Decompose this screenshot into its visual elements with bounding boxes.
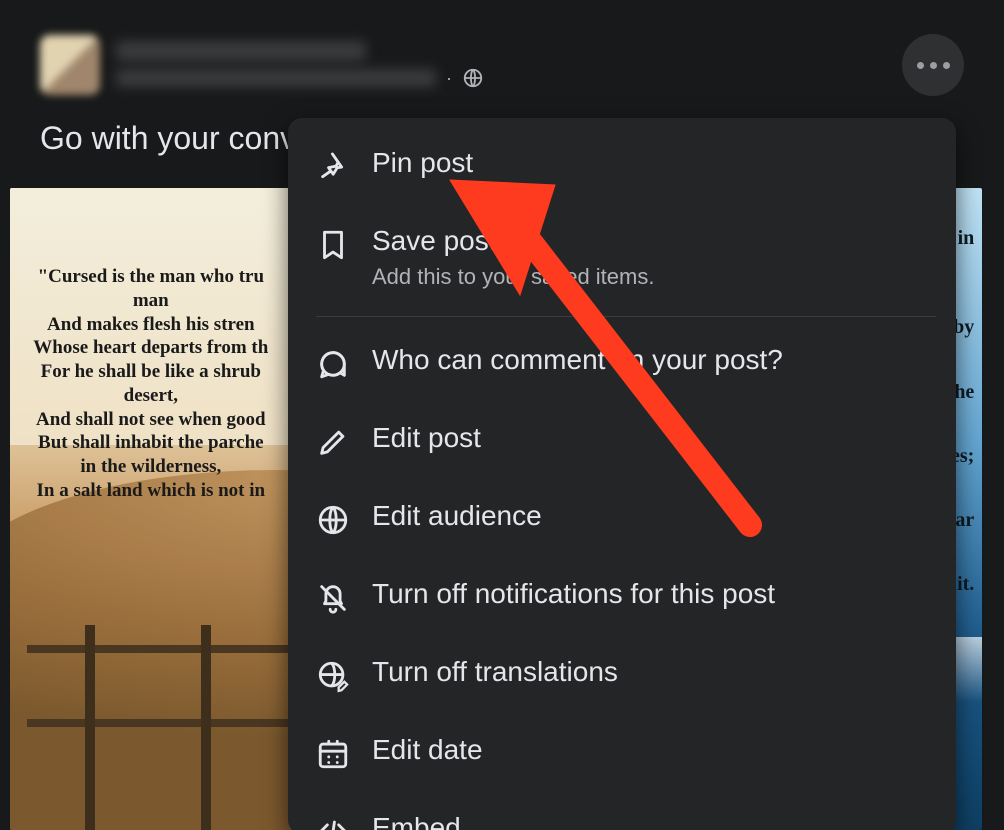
menu-item-label: Turn off notifications for this post: [372, 577, 775, 611]
pin-icon: [316, 150, 350, 184]
menu-item-label: Embed: [372, 811, 461, 830]
right-image-text-frag: in: [958, 227, 975, 250]
globe-icon: [316, 503, 350, 537]
author-avatar[interactable]: [40, 35, 100, 95]
post-actions-menu: Pin post Save post Add this to your save…: [288, 118, 956, 830]
menu-edit-audience[interactable]: Edit audience: [288, 479, 956, 557]
post-actions-button[interactable]: [902, 34, 964, 96]
menu-item-sublabel: Add this to your saved items.: [372, 264, 654, 290]
menu-item-label: Pin post: [372, 146, 473, 180]
menu-pin-post[interactable]: Pin post: [288, 126, 956, 204]
post-text: Go with your conv: [40, 120, 296, 157]
menu-item-label: Edit audience: [372, 499, 542, 533]
menu-who-can-comment[interactable]: Who can comment on your post?: [288, 323, 956, 401]
menu-item-label: Save post: [372, 224, 654, 258]
menu-embed[interactable]: Embed: [288, 791, 956, 830]
menu-edit-post[interactable]: Edit post: [288, 401, 956, 479]
post-header: ·: [40, 30, 964, 100]
pencil-icon: [316, 425, 350, 459]
post-time-redacted: [116, 69, 436, 87]
author-meta: ·: [116, 41, 484, 89]
menu-item-label: Turn off translations: [372, 655, 618, 689]
menu-item-label: Who can comment on your post?: [372, 343, 783, 377]
right-image-text-frag: he: [954, 381, 974, 404]
menu-item-label: Edit post: [372, 421, 481, 455]
post-card: · Go with your conv "Cursed is the man w…: [0, 0, 1004, 830]
menu-edit-date[interactable]: Edit date: [288, 713, 956, 791]
code-icon: [316, 815, 350, 830]
left-image-text: "Cursed is the man who tru man And makes…: [26, 265, 276, 503]
meta-separator: ·: [446, 68, 452, 89]
bookmark-icon: [316, 228, 350, 262]
globe-pencil-icon: [316, 659, 350, 693]
menu-item-label: Edit date: [372, 733, 483, 767]
menu-divider: [316, 316, 936, 317]
author-name-redacted: [116, 41, 366, 61]
menu-turn-off-translations[interactable]: Turn off translations: [288, 635, 956, 713]
comment-icon: [316, 347, 350, 381]
audience-public-icon[interactable]: [462, 67, 484, 89]
post-meta-row: ·: [116, 67, 484, 89]
menu-save-post[interactable]: Save post Add this to your saved items.: [288, 204, 956, 310]
bell-off-icon: [316, 581, 350, 615]
menu-turn-off-notifications[interactable]: Turn off notifications for this post: [288, 557, 956, 635]
ellipsis-icon: [917, 62, 950, 69]
calendar-icon: [316, 737, 350, 771]
